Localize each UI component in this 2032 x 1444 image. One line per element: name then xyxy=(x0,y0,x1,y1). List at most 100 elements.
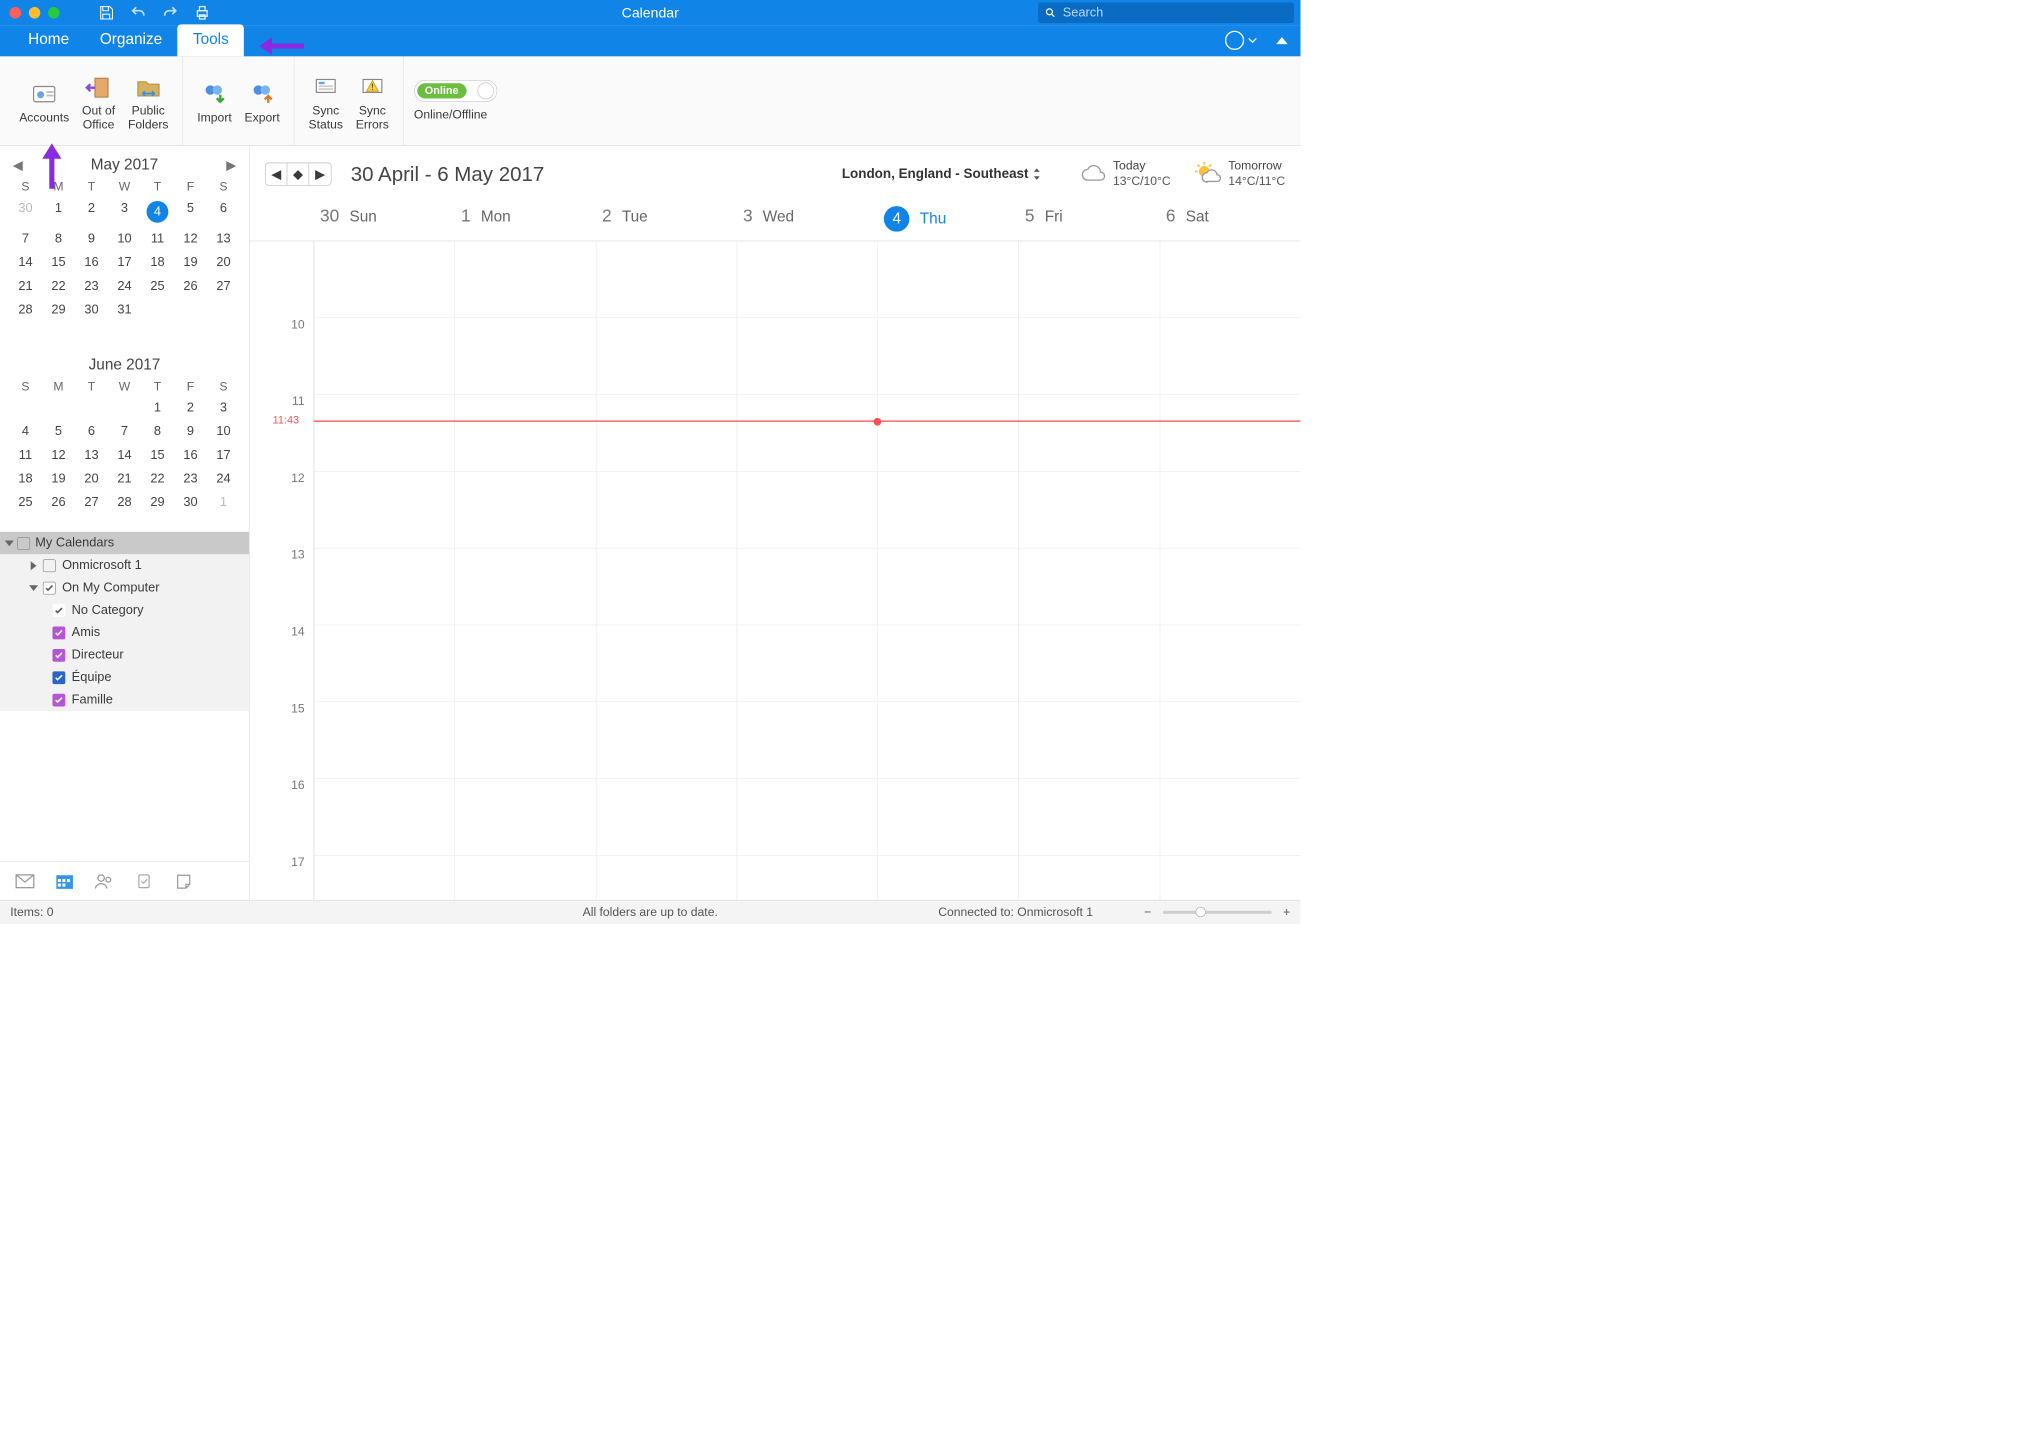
calendar-checkbox[interactable] xyxy=(52,671,65,684)
mini-cal-day[interactable]: 14 xyxy=(108,448,141,463)
time-slot[interactable] xyxy=(1019,318,1160,395)
redo-icon[interactable] xyxy=(162,4,179,21)
mini-cal-day[interactable]: 20 xyxy=(207,255,240,270)
calendar-checkbox[interactable] xyxy=(52,649,65,662)
next-week-button[interactable]: ▶ xyxy=(309,163,331,185)
time-slot[interactable] xyxy=(596,395,737,472)
mini-cal-day[interactable]: 1 xyxy=(207,495,240,510)
mini-cal-day[interactable]: 6 xyxy=(207,201,240,223)
time-slot[interactable] xyxy=(1159,395,1300,472)
time-slot[interactable] xyxy=(455,779,596,856)
tree-row[interactable]: No Category xyxy=(0,599,249,621)
mini-cal-day[interactable]: 25 xyxy=(9,495,42,510)
time-slot[interactable] xyxy=(314,472,455,549)
mini-cal-day[interactable]: 4 xyxy=(9,424,42,439)
mini-cal-day[interactable]: 28 xyxy=(108,495,141,510)
mini-cal-day[interactable]: 1 xyxy=(42,201,75,223)
time-slot[interactable] xyxy=(1159,472,1300,549)
time-slot[interactable] xyxy=(1019,625,1160,702)
save-icon[interactable] xyxy=(98,4,115,21)
time-slot[interactable] xyxy=(737,702,878,779)
time-slot[interactable] xyxy=(1159,548,1300,625)
tab-home[interactable]: Home xyxy=(13,24,85,56)
tab-tools[interactable]: Tools xyxy=(178,24,245,56)
day-header[interactable]: 1Mon xyxy=(455,202,596,240)
time-slot[interactable] xyxy=(455,548,596,625)
mini-cal-day[interactable]: 6 xyxy=(75,424,108,439)
time-slot[interactable] xyxy=(455,318,596,395)
mini-cal-day[interactable]: 27 xyxy=(75,495,108,510)
mini-cal-day[interactable]: 19 xyxy=(174,255,207,270)
mini-cal-day[interactable]: 29 xyxy=(141,495,174,510)
mini-cal-day[interactable]: 3 xyxy=(108,201,141,223)
mini-cal-day[interactable]: 11 xyxy=(9,448,42,463)
time-grid[interactable]: 1011121314151617 xyxy=(250,241,1301,900)
mini-cal-day[interactable]: 5 xyxy=(42,424,75,439)
mini-cal-day[interactable]: 7 xyxy=(108,424,141,439)
prev-month-icon[interactable]: ◀ xyxy=(13,157,23,173)
mini-cal-day[interactable]: 17 xyxy=(108,255,141,270)
time-slot[interactable] xyxy=(455,702,596,779)
time-slot[interactable] xyxy=(878,241,1019,318)
mini-cal-day[interactable]: 4 xyxy=(147,201,169,223)
day-header[interactable]: 2Tue xyxy=(596,202,737,240)
mini-cal-day[interactable]: 18 xyxy=(141,255,174,270)
time-slot[interactable] xyxy=(455,241,596,318)
time-slot[interactable] xyxy=(596,318,737,395)
mini-cal-day[interactable]: 12 xyxy=(174,232,207,247)
mini-cal-day[interactable]: 10 xyxy=(108,232,141,247)
time-slot[interactable] xyxy=(1019,395,1160,472)
my-calendars-checkbox[interactable] xyxy=(17,537,30,550)
time-slot[interactable] xyxy=(455,472,596,549)
mini-cal-day[interactable]: 8 xyxy=(141,424,174,439)
people-tab-icon[interactable] xyxy=(95,873,114,890)
weather-tomorrow[interactable]: Tomorrow14°C/11°C xyxy=(1195,159,1285,189)
zoom-window-button[interactable] xyxy=(48,7,60,19)
import-button[interactable]: Import xyxy=(193,77,235,126)
next-month-icon[interactable]: ▶ xyxy=(226,157,236,173)
time-slot[interactable] xyxy=(596,779,737,856)
time-slot[interactable] xyxy=(1019,241,1160,318)
day-header[interactable]: 5Fri xyxy=(1019,202,1160,240)
search-input[interactable] xyxy=(1063,5,1288,20)
mini-cal-day[interactable]: 1 xyxy=(141,401,174,416)
calendar-checkbox[interactable] xyxy=(52,626,65,639)
undo-icon[interactable] xyxy=(130,4,147,21)
time-slot[interactable] xyxy=(596,548,737,625)
mini-cal-day[interactable]: 30 xyxy=(174,495,207,510)
time-slot[interactable] xyxy=(1159,625,1300,702)
day-header[interactable]: 30Sun xyxy=(314,202,455,240)
mini-cal-day[interactable]: 10 xyxy=(207,424,240,439)
mini-cal-day[interactable]: 15 xyxy=(42,255,75,270)
time-slot[interactable] xyxy=(596,625,737,702)
time-slot[interactable] xyxy=(596,702,737,779)
mini-cal-day[interactable]: 25 xyxy=(141,279,174,294)
mini-cal-day[interactable]: 8 xyxy=(42,232,75,247)
tree-row[interactable]: Onmicrosoft 1 xyxy=(0,554,249,576)
time-slot[interactable] xyxy=(878,856,1019,900)
mini-cal-day[interactable]: 13 xyxy=(207,232,240,247)
mini-cal-day[interactable]: 9 xyxy=(75,232,108,247)
tasks-tab-icon[interactable] xyxy=(134,873,153,890)
mini-cal-day[interactable]: 30 xyxy=(9,201,42,223)
time-slot[interactable] xyxy=(1159,318,1300,395)
time-slot[interactable] xyxy=(737,548,878,625)
accounts-button[interactable]: Accounts xyxy=(15,77,73,126)
mini-cal-day[interactable]: 26 xyxy=(174,279,207,294)
mini-cal-day[interactable]: 18 xyxy=(9,472,42,487)
day-header[interactable]: 3Wed xyxy=(737,202,878,240)
time-slot[interactable] xyxy=(1159,241,1300,318)
calendar-tab-icon[interactable] xyxy=(55,873,74,890)
zoom-slider[interactable] xyxy=(1163,911,1272,914)
time-slot[interactable] xyxy=(596,856,737,900)
export-button[interactable]: Export xyxy=(241,77,284,126)
time-slot[interactable] xyxy=(314,702,455,779)
time-slot[interactable] xyxy=(878,548,1019,625)
time-slot[interactable] xyxy=(1159,779,1300,856)
time-slot[interactable] xyxy=(878,625,1019,702)
time-slot[interactable] xyxy=(314,548,455,625)
close-window-button[interactable] xyxy=(10,7,22,19)
mini-cal-day[interactable]: 21 xyxy=(108,472,141,487)
time-slot[interactable] xyxy=(455,856,596,900)
mini-cal-day[interactable]: 23 xyxy=(174,472,207,487)
